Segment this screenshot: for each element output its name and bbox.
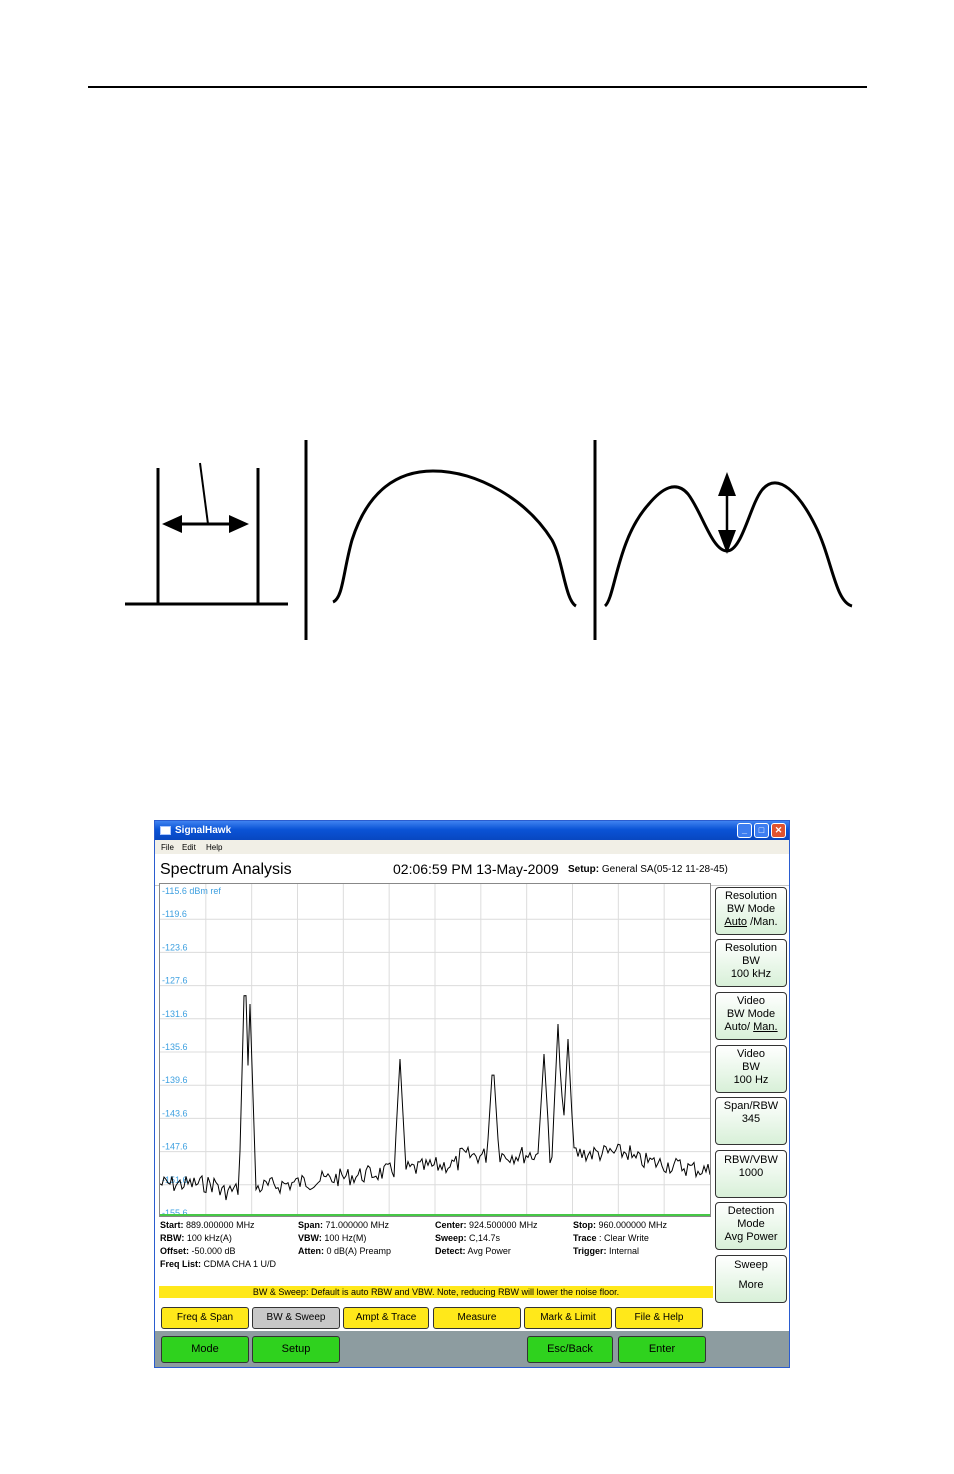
softkey-line: BW Mode (726, 903, 776, 915)
pointer-line (199, 462, 209, 525)
softkey-line: Video (737, 1048, 765, 1060)
span: Span: 71.000000 MHz (298, 1220, 390, 1230)
softkey-line: Sweep (734, 1259, 768, 1271)
softkey-line: 345 (741, 1113, 761, 1125)
menu-help[interactable]: Help (206, 843, 222, 852)
nav-bar: Mode Setup Esc/Back Enter (155, 1331, 789, 1367)
header: Spectrum Analysis 02:06:59 PM 13-May-200… (155, 854, 789, 886)
y-tick-label: -147.6 (162, 1142, 188, 1152)
softkey-sweep-more[interactable]: Sweep More (715, 1255, 787, 1303)
softkey-span-rbw[interactable]: Span/RBW 345 (715, 1097, 787, 1145)
man-option: Man. (753, 1021, 778, 1033)
trigger: Trigger: Internal (573, 1246, 640, 1256)
softkey-line: Mode (737, 1218, 765, 1230)
softkey-line: BW Mode (726, 1008, 776, 1020)
hint-bar: BW & Sweep: Default is auto RBW and VBW.… (159, 1286, 713, 1298)
trace: Trace : Clear Write (573, 1233, 649, 1243)
tab-mark-limit[interactable]: Mark & Limit (524, 1307, 612, 1329)
spectrum-plot: -119.6 -123.6 -127.6 -131.6 -135.6 -139.6 -143… (159, 883, 711, 1217)
offset: Offset: -50.000 dB (160, 1246, 236, 1256)
setup-value: General SA(05-12 11-28-45) (601, 864, 728, 875)
close-button[interactable]: ✕ (771, 823, 786, 838)
page-title: Spectrum Analysis (160, 861, 292, 878)
man-option: /Man. (747, 916, 778, 928)
measurement-info: Start: 889.000000 MHz Span: 71.000000 MH… (159, 1219, 711, 1275)
y-tick-label: -127.6 (162, 976, 188, 986)
tab-bw-sweep[interactable]: BW & Sweep (252, 1307, 340, 1329)
single-peak-curve (332, 469, 578, 608)
window-title: SignalHawk (175, 825, 232, 836)
menu-file[interactable]: File (161, 843, 174, 852)
softkey-line: RBW/VBW (724, 1154, 778, 1166)
softkey-line: Video (737, 995, 765, 1007)
y-tick-label: -119.6 (162, 909, 187, 919)
enter-button[interactable]: Enter (618, 1336, 706, 1363)
softkey-line: 100 Hz (733, 1074, 769, 1086)
y-tick-label: -135.6 (162, 1042, 188, 1052)
vbw: VBW: 100 Hz(M) (298, 1233, 367, 1243)
softkey-line: Span/RBW (723, 1100, 779, 1112)
auto-option: Auto/ (724, 1021, 754, 1033)
softkey-video-bw[interactable]: Video BW 100 Hz (715, 1045, 787, 1093)
rbw: RBW: 100 kHz(A) (160, 1233, 232, 1243)
maximize-button[interactable]: □ (754, 823, 769, 838)
spectrum-graph: -119.6 -123.6 -127.6 -131.6 -135.6 -139.6 -143… (160, 884, 710, 1216)
esc-back-button[interactable]: Esc/Back (527, 1336, 613, 1363)
filter-shape-diagram (125, 440, 853, 640)
softkey-detection-mode[interactable]: Detection Mode Avg Power (715, 1202, 787, 1250)
setup-info: Setup: General SA(05-12 11-28-45) (568, 864, 728, 875)
sweep: Sweep: C,14.7s (435, 1233, 501, 1243)
softkey-line: More (738, 1279, 764, 1291)
tab-measure[interactable]: Measure (433, 1307, 521, 1329)
tab-file-help[interactable]: File & Help (615, 1307, 703, 1329)
freq-list: Freq List: CDMA CHA 1 U/D (160, 1259, 277, 1269)
arrow-head-left (162, 515, 182, 533)
setup-button[interactable]: Setup (252, 1336, 340, 1363)
softkey-line: BW (742, 1061, 760, 1073)
page-top-rule (88, 86, 867, 88)
center-freq: Center: 924.500000 MHz (435, 1220, 538, 1230)
softkey-line: Auto /Man. (716, 916, 786, 929)
softkey-line: 1000 (738, 1167, 764, 1179)
softkey-resolution-bw[interactable]: Resolution BW 100 kHz (715, 939, 787, 987)
tab-ampt-trace[interactable]: Ampt & Trace (343, 1307, 429, 1329)
mode-button[interactable]: Mode (161, 1336, 249, 1363)
y-tick-label: -131.6 (162, 1009, 188, 1019)
softkey-line: BW (742, 955, 760, 967)
y-tick-label: -139.6 (162, 1075, 188, 1085)
softkey-line: 100 kHz (730, 968, 772, 980)
atten: Atten: 0 dB(A) Preamp (298, 1246, 392, 1256)
tab-freq-span[interactable]: Freq & Span (161, 1307, 249, 1329)
y-tick-label: -123.6 (162, 942, 188, 952)
stop-freq: Stop: 960.000000 MHz (573, 1220, 668, 1230)
softkey-video-bw-mode[interactable]: Video BW Mode Auto/ Man. (715, 992, 787, 1040)
minimize-button[interactable]: _ (737, 823, 752, 838)
setup-label: Setup: (568, 864, 600, 875)
menu-bar: File Edit Help (155, 840, 789, 854)
y-tick-label: -143.6 (162, 1108, 188, 1118)
softkey-resolution-bw-mode[interactable]: Resolution BW Mode Auto /Man. (715, 887, 787, 935)
arrow-head-right (229, 515, 249, 533)
signalhawk-window: SignalHawk _ □ ✕ File Edit Help Spectrum… (154, 820, 790, 1368)
menu-edit[interactable]: Edit (182, 843, 196, 852)
softkey-line: Avg Power (724, 1231, 778, 1243)
softkey-line: Resolution (725, 942, 777, 954)
softkey-line: Auto/ Man. (716, 1021, 786, 1034)
app-icon (160, 826, 171, 835)
softkey-line: Detection (727, 1205, 775, 1217)
softkey-rbw-vbw[interactable]: RBW/VBW 1000 (715, 1150, 787, 1198)
datetime: 02:06:59 PM 13-May-2009 (393, 861, 559, 877)
softkey-line: Resolution (725, 890, 777, 902)
title-bar: SignalHawk _ □ ✕ (155, 821, 789, 840)
auto-option: Auto (724, 916, 748, 928)
ref-level-label: -115.6 dBm ref (162, 886, 221, 896)
detect: Detect: Avg Power (435, 1246, 511, 1256)
start-freq: Start: 889.000000 MHz (160, 1220, 255, 1230)
arrow-head-up (718, 472, 736, 496)
